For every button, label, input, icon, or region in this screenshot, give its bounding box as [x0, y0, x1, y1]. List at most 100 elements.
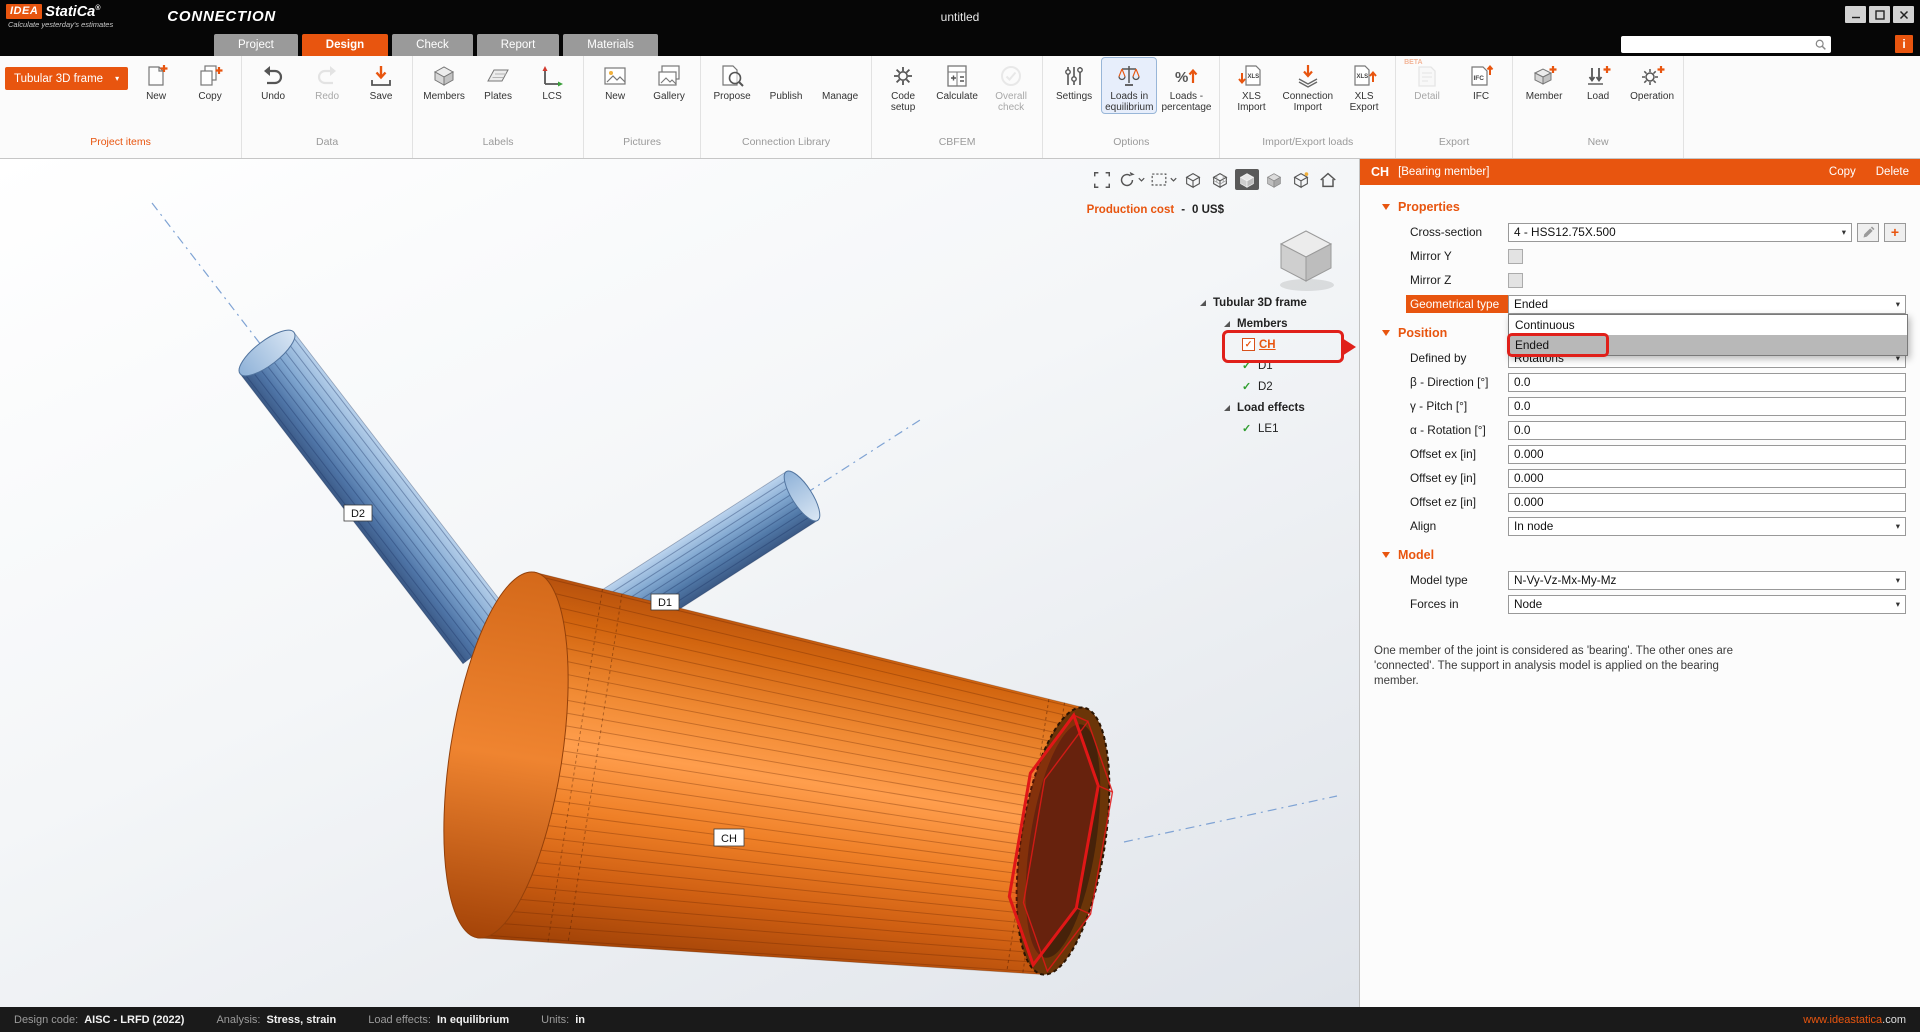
ifc-button[interactable]: IFCIFC: [1455, 58, 1507, 102]
expander-icon[interactable]: [1224, 405, 1230, 411]
new-button[interactable]: New: [130, 58, 182, 102]
mirror-z-checkbox[interactable]: [1508, 273, 1523, 288]
tree-item-le1[interactable]: ✓LE1: [1196, 418, 1359, 439]
member-label-d1[interactable]: D1: [651, 594, 679, 610]
xls-import-button[interactable]: XLSXLS Import: [1225, 58, 1277, 113]
section-collapse-icon[interactable]: [1382, 552, 1390, 558]
section-collapse-icon[interactable]: [1382, 204, 1390, 210]
view-cube-wire-icon[interactable]: [1181, 169, 1205, 190]
model-type-select[interactable]: N-Vy-Vz-Mx-My-Mz▾: [1508, 571, 1906, 590]
load-button[interactable]: Load: [1572, 58, 1624, 102]
tab-report[interactable]: Report: [477, 34, 560, 56]
pitch-input[interactable]: 0.0: [1508, 397, 1906, 416]
rotation-input[interactable]: 0.0: [1508, 421, 1906, 440]
publish-button[interactable]: Publish: [760, 58, 812, 102]
section-title: Model: [1398, 548, 1434, 562]
dropdown-option-ended[interactable]: Ended: [1509, 335, 1907, 355]
button-label: Plates: [484, 91, 512, 102]
view-cube-light-icon[interactable]: [1289, 169, 1313, 190]
tree-group-load-effects[interactable]: Load effects: [1196, 397, 1359, 418]
search-icon[interactable]: [1814, 38, 1827, 51]
plates-button[interactable]: Plates: [472, 58, 524, 102]
section-collapse-icon[interactable]: [1382, 330, 1390, 336]
tree-item-d2[interactable]: ✓D2: [1196, 376, 1359, 397]
property-value: 0.000: [1508, 493, 1906, 512]
settings-button[interactable]: Settings: [1048, 58, 1100, 102]
view-cube-mesh-icon[interactable]: [1208, 169, 1232, 190]
direction-input[interactable]: 0.0: [1508, 373, 1906, 392]
tab-project[interactable]: Project: [214, 34, 298, 56]
view-cube-solid-icon[interactable]: [1235, 169, 1259, 190]
mirror-y-checkbox[interactable]: [1508, 249, 1523, 264]
overall-check-icon: [998, 60, 1024, 91]
offset-ey-in-input[interactable]: 0.000: [1508, 469, 1906, 488]
loads-in-equilibrium-button[interactable]: Loads in equilibrium: [1102, 58, 1156, 113]
member-label-d2[interactable]: D2: [344, 505, 372, 521]
copy-member-button[interactable]: Copy: [1829, 166, 1856, 178]
lcs-button[interactable]: LCS: [526, 58, 578, 102]
forces-in-select[interactable]: Node▾: [1508, 595, 1906, 614]
button-label: Operation: [1630, 91, 1674, 102]
dropdown-option-continuous[interactable]: Continuous: [1509, 315, 1907, 335]
geometrical-type-select[interactable]: Ended▾: [1508, 295, 1906, 314]
align-select[interactable]: In node▾: [1508, 517, 1906, 536]
tree-root[interactable]: Tubular 3D frame: [1196, 292, 1359, 313]
chevron-down-icon[interactable]: [1137, 170, 1146, 190]
home-view-icon[interactable]: [1316, 169, 1340, 190]
delete-member-button[interactable]: Delete: [1876, 166, 1909, 178]
close-button[interactable]: [1893, 6, 1914, 23]
gallery-button[interactable]: Gallery: [643, 58, 695, 102]
connection-import-button[interactable]: Connection Import: [1279, 58, 1336, 113]
add-cross-section-button[interactable]: +: [1884, 223, 1906, 242]
viewport-3d[interactable]: D2 D1 CH Production cost - 0 US$: [0, 159, 1359, 1007]
member-ch-cylinder[interactable]: [422, 564, 1132, 1007]
tab-materials[interactable]: Materials: [563, 34, 658, 56]
calculate-button[interactable]: Calculate: [931, 58, 983, 102]
offset-ez-in-input[interactable]: 0.000: [1508, 493, 1906, 512]
tab-check[interactable]: Check: [392, 34, 473, 56]
select-area-icon[interactable]: [1149, 169, 1178, 190]
svg-text:CH: CH: [721, 833, 737, 845]
member-button[interactable]: Member: [1518, 58, 1570, 102]
info-button[interactable]: i: [1895, 35, 1913, 53]
copy-button[interactable]: Copy: [184, 58, 236, 102]
website-link[interactable]: www.ideastatica.com: [1803, 1014, 1906, 1026]
new-button[interactable]: New: [589, 58, 641, 102]
button-label: XLS Import: [1237, 91, 1265, 113]
xls-export-button[interactable]: XLSXLS Export: [1338, 58, 1390, 113]
propose-button[interactable]: Propose: [706, 58, 758, 102]
member-d2-cylinder[interactable]: [233, 323, 517, 664]
maximize-button[interactable]: [1869, 6, 1890, 23]
search-box[interactable]: [1621, 36, 1831, 53]
view-cube-shaded-icon[interactable]: [1262, 169, 1286, 190]
loads-percentage-button[interactable]: %Loads - percentage: [1158, 58, 1214, 113]
tab-design[interactable]: Design: [302, 34, 388, 56]
navigation-cube[interactable]: [1267, 222, 1345, 299]
offset-ex-in-input[interactable]: 0.000: [1508, 445, 1906, 464]
ribbon-group-export: BETADetailIFCIFCExport: [1396, 56, 1513, 158]
tubular-3d-frame-combo[interactable]: Tubular 3D frame▾: [5, 67, 128, 90]
zoom-fit-icon[interactable]: [1090, 169, 1114, 190]
button-label: Calculate: [936, 91, 978, 102]
section-model[interactable]: Model: [1360, 542, 1920, 568]
manage-button[interactable]: Manage: [814, 58, 866, 102]
cross-section-select[interactable]: 4 - HSS12.75X.500▾: [1508, 223, 1852, 242]
edit-cross-section-button[interactable]: [1857, 223, 1879, 242]
member-label-ch[interactable]: CH: [714, 829, 744, 846]
ribbon-group-options: SettingsLoads in equilibrium%Loads - per…: [1043, 56, 1220, 158]
chevron-down-icon[interactable]: [1169, 170, 1178, 190]
scene-canvas[interactable]: D2 D1 CH: [0, 159, 1359, 1007]
expander-icon[interactable]: [1224, 321, 1230, 327]
code-setup-button[interactable]: Code setup: [877, 58, 929, 113]
minimize-button[interactable]: [1845, 6, 1866, 23]
section-title: Position: [1398, 326, 1447, 340]
members-button[interactable]: Members: [418, 58, 470, 102]
save-button[interactable]: Save: [355, 58, 407, 102]
ribbon-group-project-items: Tubular 3D frame▾NewCopyProject items: [0, 56, 242, 158]
expander-icon[interactable]: [1200, 300, 1206, 306]
search-input[interactable]: [1625, 38, 1814, 52]
operation-button[interactable]: Operation: [1626, 58, 1678, 102]
section-properties[interactable]: Properties: [1360, 194, 1920, 220]
undo-button[interactable]: Undo: [247, 58, 299, 102]
orbit-icon[interactable]: [1117, 169, 1146, 190]
